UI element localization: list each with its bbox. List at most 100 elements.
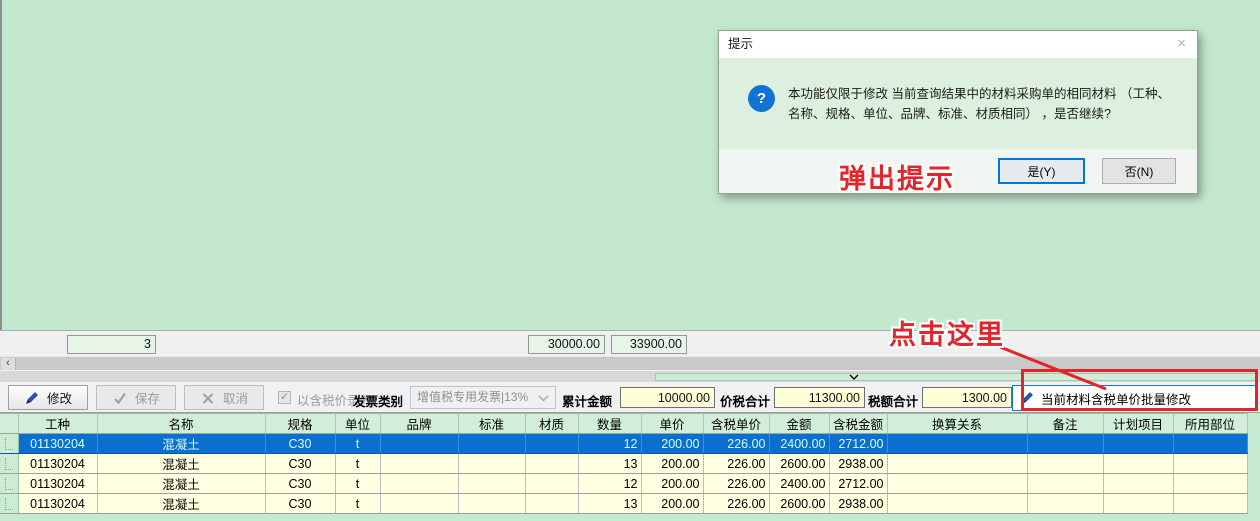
cell-material[interactable] [525, 474, 578, 494]
check-icon [112, 390, 128, 406]
cell-tax-amount[interactable]: 2712.00 [829, 474, 887, 494]
cell-standard[interactable] [458, 434, 525, 454]
cell-plan-item[interactable] [1103, 494, 1173, 514]
cumulative-amount-field[interactable] [620, 387, 715, 408]
cell-tax-price[interactable]: 226.00 [703, 474, 769, 494]
table-row[interactable]: 01130204 混凝土 C30 t 13 200.00 226.00 2600… [0, 494, 1247, 514]
cumulative-amount-label: 累计金额 [562, 391, 612, 410]
cancel-button[interactable]: 取消 [184, 385, 264, 410]
cell-qty[interactable]: 12 [578, 434, 641, 454]
yes-button[interactable]: 是(Y) [998, 158, 1085, 184]
tax-total-field[interactable] [922, 387, 1012, 408]
cell-tax-amount[interactable]: 2938.00 [829, 454, 887, 474]
table-row[interactable]: 01130204 混凝土 C30 t 12 200.00 226.00 2400… [0, 474, 1247, 494]
table-row[interactable]: 01130204 混凝土 C30 t 13 200.00 226.00 2600… [0, 454, 1247, 474]
cell-brand[interactable] [380, 454, 458, 474]
modify-button[interactable]: 修改 [8, 385, 88, 410]
cell-name[interactable]: 混凝土 [97, 474, 265, 494]
cell-qty[interactable]: 12 [578, 474, 641, 494]
save-button[interactable]: 保存 [96, 385, 176, 410]
cell-material[interactable] [525, 454, 578, 474]
col-header[interactable]: 所用部位 [1173, 414, 1247, 434]
cell-amount[interactable]: 2400.00 [769, 474, 829, 494]
cell-used-part[interactable] [1173, 474, 1247, 494]
cell-qty[interactable]: 13 [578, 454, 641, 474]
cell-tax-amount[interactable]: 2938.00 [829, 494, 887, 514]
col-header[interactable]: 材质 [525, 414, 578, 434]
col-header[interactable]: 金额 [769, 414, 829, 434]
dialog-titlebar[interactable]: 提示 × [719, 31, 1197, 58]
cell-price[interactable]: 200.00 [641, 494, 703, 514]
cell-brand[interactable] [380, 474, 458, 494]
horizontal-scrollbar[interactable]: ‹ [0, 356, 1260, 370]
col-header[interactable]: 数量 [578, 414, 641, 434]
close-icon[interactable]: × [1177, 36, 1186, 51]
col-header[interactable]: 工种 [18, 414, 97, 434]
cell-gongzhong[interactable]: 01130204 [18, 454, 97, 474]
cell-plan-item[interactable] [1103, 454, 1173, 474]
cell-qty[interactable]: 13 [578, 494, 641, 514]
col-header[interactable]: 含税金额 [829, 414, 887, 434]
col-header[interactable]: 含税单价 [703, 414, 769, 434]
cell-name[interactable]: 混凝土 [97, 434, 265, 454]
cell-conversion[interactable] [887, 474, 1027, 494]
cell-name[interactable]: 混凝土 [97, 454, 265, 474]
col-header[interactable]: 单价 [641, 414, 703, 434]
cell-conversion[interactable] [887, 494, 1027, 514]
cell-note[interactable] [1027, 494, 1103, 514]
cell-amount[interactable]: 2600.00 [769, 494, 829, 514]
cell-brand[interactable] [380, 434, 458, 454]
cell-conversion[interactable] [887, 434, 1027, 454]
cell-tax-amount[interactable]: 2712.00 [829, 434, 887, 454]
cell-price[interactable]: 200.00 [641, 434, 703, 454]
price-tax-total-field[interactable] [774, 387, 865, 408]
cell-material[interactable] [525, 494, 578, 514]
cell-spec[interactable]: C30 [265, 434, 335, 454]
cell-brand[interactable] [380, 494, 458, 514]
cell-amount[interactable]: 2600.00 [769, 454, 829, 474]
col-header[interactable]: 备注 [1027, 414, 1103, 434]
cell-conversion[interactable] [887, 454, 1027, 474]
cell-plan-item[interactable] [1103, 434, 1173, 454]
scroll-left-icon[interactable]: ‹ [1, 358, 16, 370]
col-header[interactable]: 名称 [97, 414, 265, 434]
cell-standard[interactable] [458, 454, 525, 474]
cell-name[interactable]: 混凝土 [97, 494, 265, 514]
cell-price[interactable]: 200.00 [641, 474, 703, 494]
cell-standard[interactable] [458, 494, 525, 514]
cell-note[interactable] [1027, 434, 1103, 454]
no-button[interactable]: 否(N) [1102, 158, 1176, 184]
cell-unit[interactable]: t [335, 454, 380, 474]
col-header[interactable]: 标准 [458, 414, 525, 434]
cell-amount[interactable]: 2400.00 [769, 434, 829, 454]
cell-gongzhong[interactable]: 01130204 [18, 434, 97, 454]
cell-unit[interactable]: t [335, 434, 380, 454]
col-header[interactable]: 品牌 [380, 414, 458, 434]
cell-gongzhong[interactable]: 01130204 [18, 494, 97, 514]
splitter-collapse-icon[interactable] [849, 374, 859, 380]
cell-tax-price[interactable]: 226.00 [703, 494, 769, 514]
cell-note[interactable] [1027, 454, 1103, 474]
cell-gongzhong[interactable]: 01130204 [18, 474, 97, 494]
cell-used-part[interactable] [1173, 434, 1247, 454]
cell-spec[interactable]: C30 [265, 494, 335, 514]
table-row[interactable]: 01130204 混凝土 C30 t 12 200.00 226.00 2400… [0, 434, 1247, 454]
col-header[interactable]: 换算关系 [887, 414, 1027, 434]
col-header[interactable]: 计划项目 [1103, 414, 1173, 434]
cell-unit[interactable]: t [335, 474, 380, 494]
cell-tax-price[interactable]: 226.00 [703, 434, 769, 454]
cell-note[interactable] [1027, 474, 1103, 494]
cell-spec[interactable]: C30 [265, 454, 335, 474]
cell-used-part[interactable] [1173, 494, 1247, 514]
cell-spec[interactable]: C30 [265, 474, 335, 494]
cell-plan-item[interactable] [1103, 474, 1173, 494]
col-header[interactable]: 规格 [265, 414, 335, 434]
cell-standard[interactable] [458, 474, 525, 494]
cell-used-part[interactable] [1173, 454, 1247, 474]
cell-price[interactable]: 200.00 [641, 454, 703, 474]
col-header[interactable]: 单位 [335, 414, 380, 434]
cell-material[interactable] [525, 434, 578, 454]
cell-unit[interactable]: t [335, 494, 380, 514]
cell-tax-price[interactable]: 226.00 [703, 454, 769, 474]
invoice-type-select[interactable]: 增值税专用发票|13% [410, 386, 556, 409]
